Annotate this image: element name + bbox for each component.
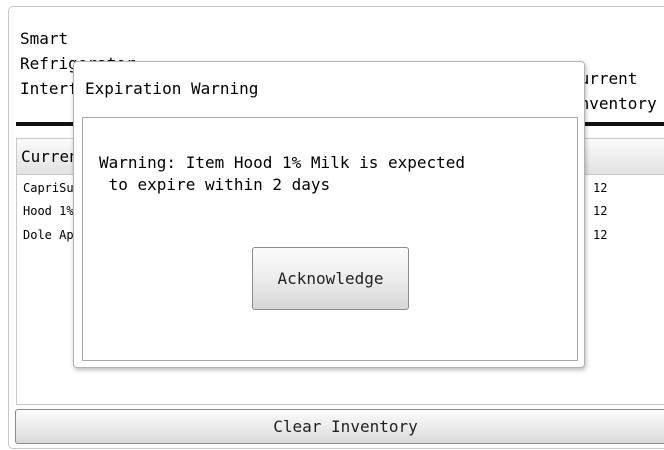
inventory-item-date: 12 — [593, 181, 608, 195]
dialog-body: Warning: Item Hood 1% Milk is expected t… — [82, 117, 578, 361]
dialog-title: Expiration Warning — [85, 79, 259, 98]
app-title-line-1: Smart — [20, 29, 69, 48]
acknowledge-button[interactable]: Acknowledge — [252, 247, 409, 310]
expiration-warning-dialog: Expiration Warning Warning: Item Hood 1%… — [73, 61, 585, 368]
clear-inventory-button[interactable]: Clear Inventory — [15, 409, 664, 444]
inventory-item-date: 12 — [593, 228, 608, 242]
inventory-item-date: 12 — [593, 204, 608, 218]
dialog-message: Warning: Item Hood 1% Milk is expected t… — [99, 153, 466, 194]
smart-fridge-app: Smart Refrigerator Interface Current Inv… — [0, 0, 664, 450]
